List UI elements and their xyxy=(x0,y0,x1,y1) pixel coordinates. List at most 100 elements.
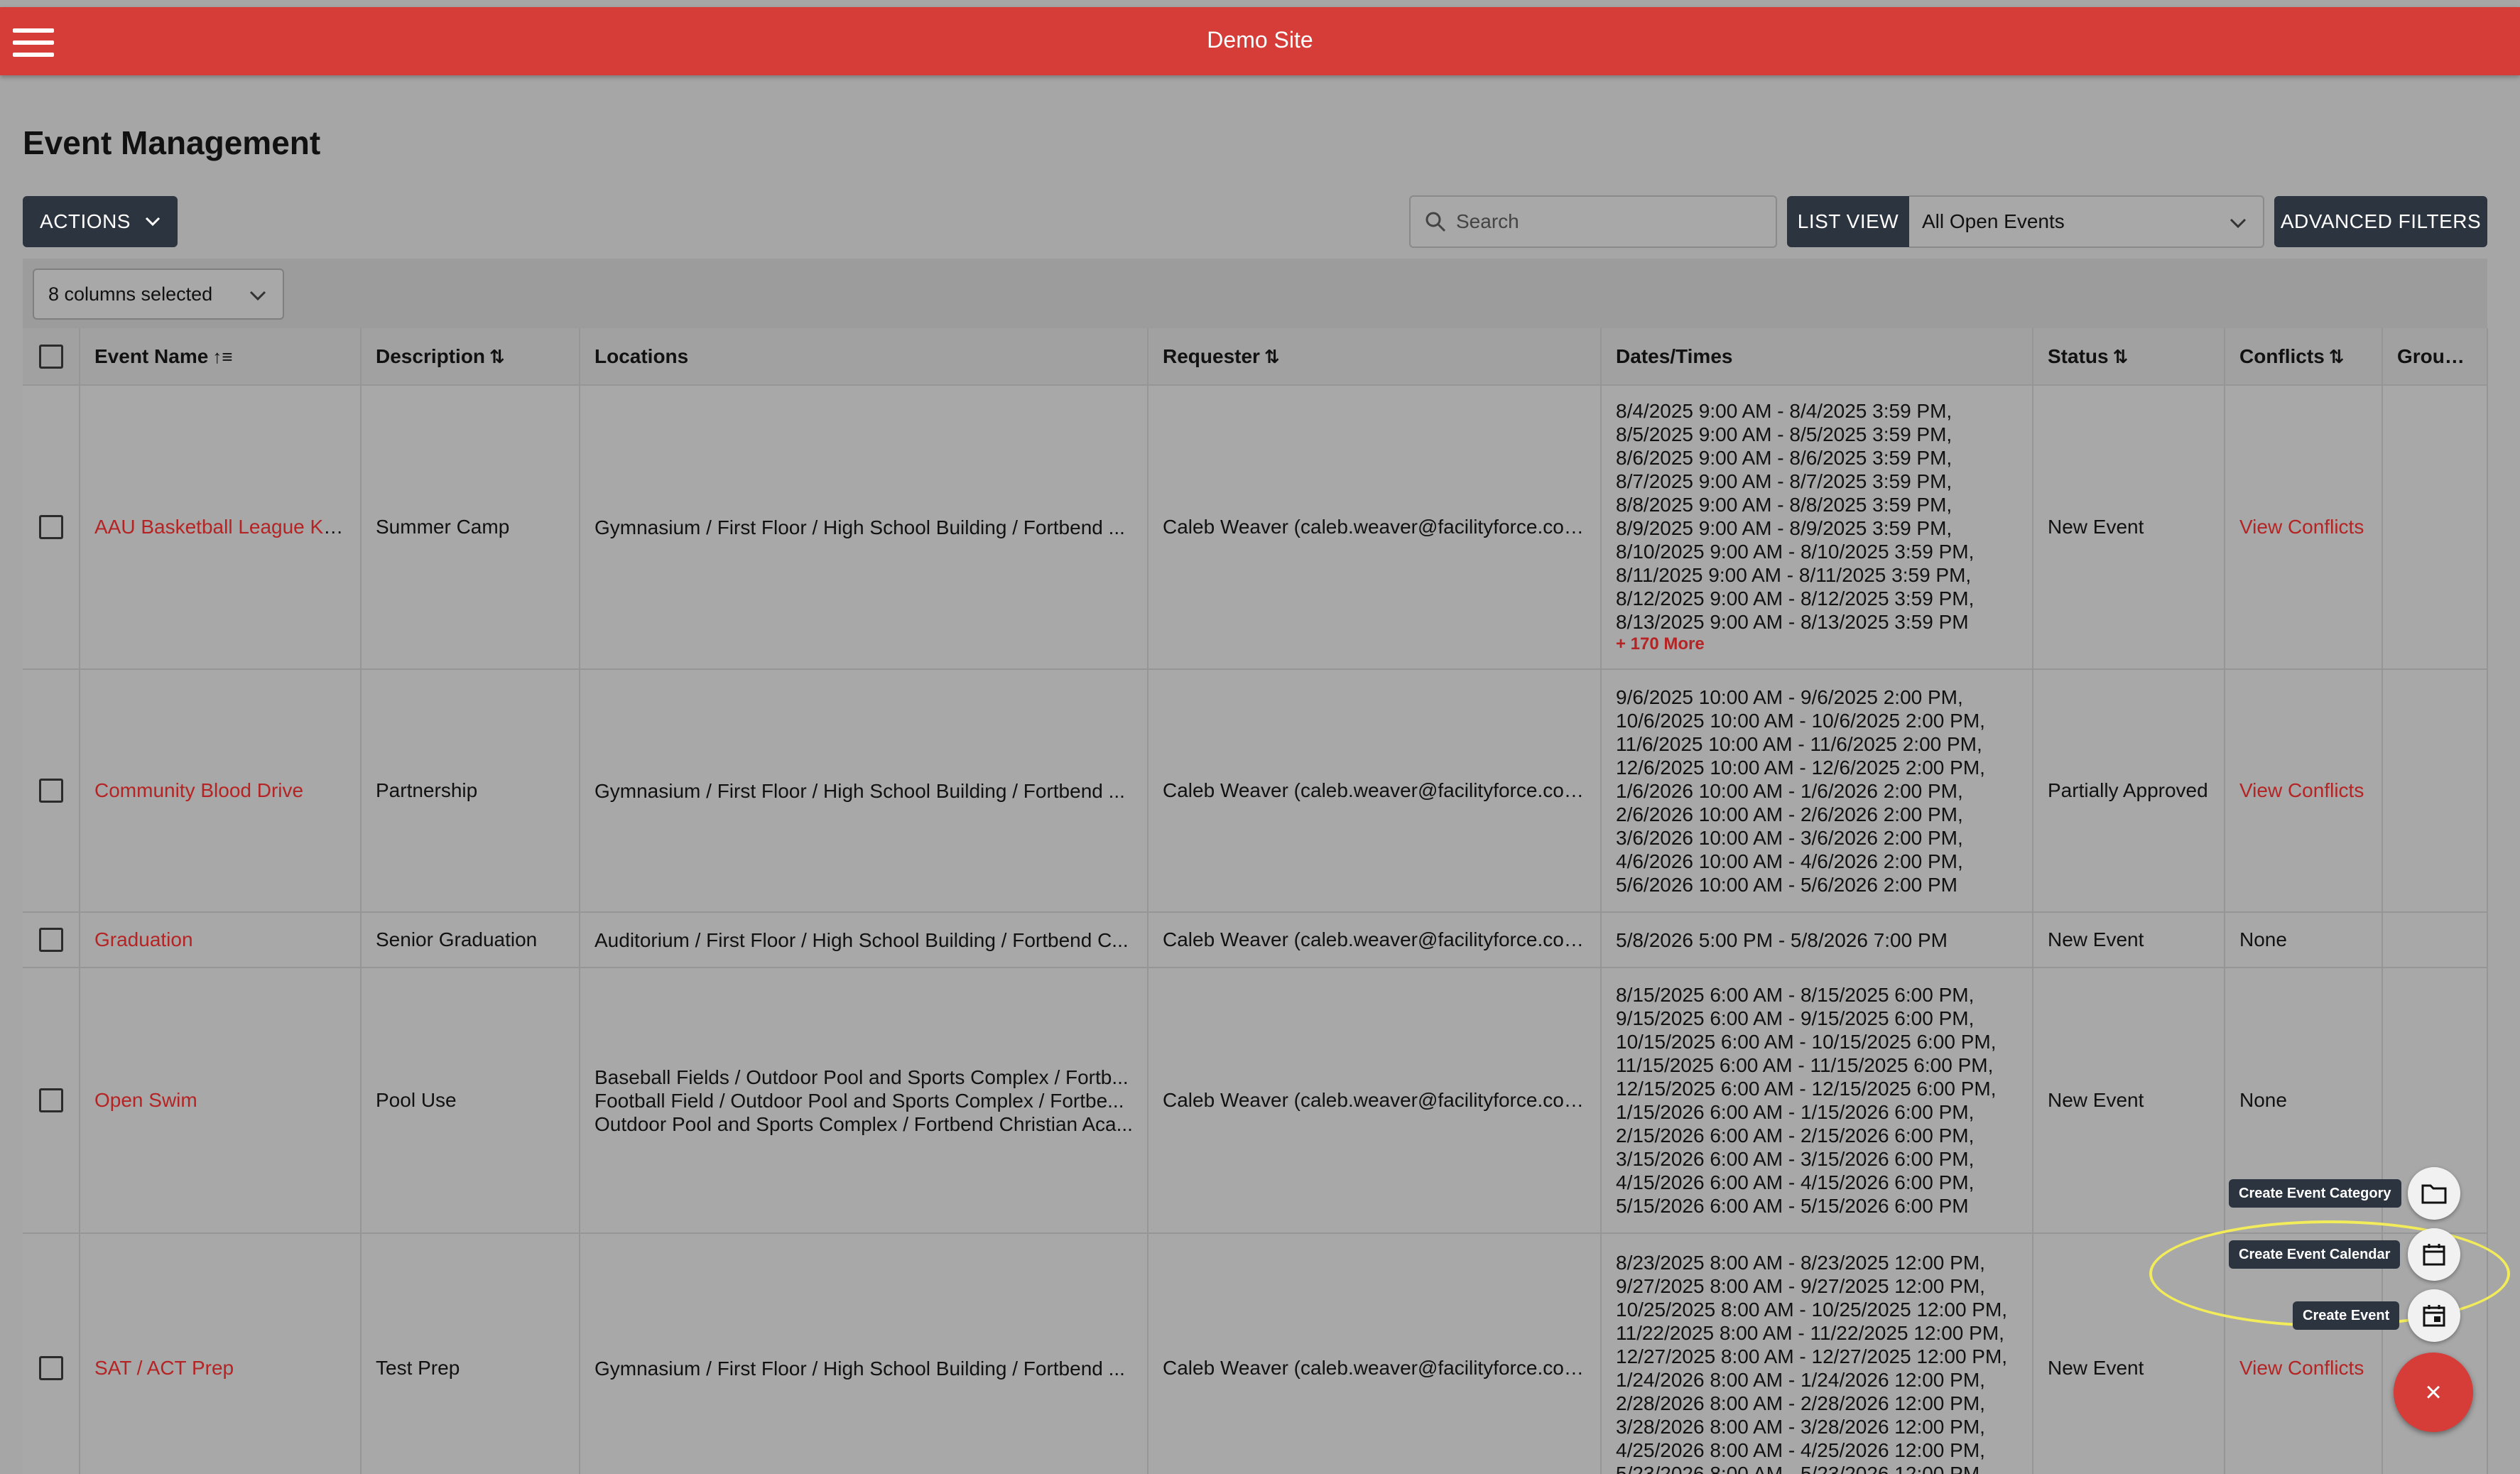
locations-cell: Gymnasium / First Floor / High School Bu… xyxy=(580,385,1148,670)
view-filter-value: All Open Events xyxy=(1922,210,2065,232)
close-icon: × xyxy=(2425,1376,2442,1408)
group-cell xyxy=(2382,669,2488,913)
view-filter-select[interactable]: All Open Events xyxy=(1909,195,2264,248)
advanced-filters-button[interactable]: ADVANCED FILTERS xyxy=(2274,196,2487,247)
select-all-checkbox[interactable] xyxy=(38,344,63,369)
sort-ascending-icon[interactable]: ↑≡ xyxy=(212,346,232,368)
close-fab-button[interactable]: × xyxy=(2394,1353,2473,1432)
location-line: Gymnasium / First Floor / High School Bu… xyxy=(594,779,1125,802)
search-icon xyxy=(1425,212,1446,232)
header-group[interactable]: Group ⇅ xyxy=(2382,328,2488,386)
date-range: 8/10/2025 9:00 AM - 8/10/2025 3:59 PM, xyxy=(1616,541,1975,563)
calendar-event-icon xyxy=(2423,1305,2445,1327)
list-view-button[interactable]: LIST VIEW xyxy=(1787,196,1909,247)
sort-icon[interactable]: ⇅ xyxy=(2113,346,2129,368)
date-range: 5/23/2026 8:00 AM - 5/23/2026 12:00 PM xyxy=(1616,1463,1980,1474)
create-event-calendar-button[interactable] xyxy=(2408,1228,2460,1281)
event-name-link[interactable]: SAT / ACT Prep xyxy=(94,1357,234,1379)
table-row: Community Blood Drive Partnership Gymnasiu… xyxy=(23,669,2488,913)
create-event-category-button[interactable] xyxy=(2408,1167,2460,1220)
date-range: 8/5/2025 9:00 AM - 8/5/2025 3:59 PM, xyxy=(1616,423,1953,445)
event-name-cell: Graduation xyxy=(80,912,362,968)
chevron-down-icon xyxy=(2229,211,2247,234)
table-row: SAT / ACT Prep Test Prep Gymnasium / First… xyxy=(23,1233,2488,1474)
date-range: 8/15/2025 6:00 AM - 8/15/2025 6:00 PM, xyxy=(1616,984,1975,1006)
location-line: Gymnasium / First Floor / High School Bu… xyxy=(594,516,1125,538)
sort-icon[interactable]: ⇅ xyxy=(489,346,505,368)
requester-cell: Caleb Weaver (caleb.weaver@facilityforce… xyxy=(1148,669,1602,913)
create-event-calendar-tooltip: Create Event Calendar xyxy=(2229,1240,2401,1269)
header-event-name[interactable]: Event Name ↑≡ xyxy=(80,328,362,386)
date-range: 11/6/2025 10:00 AM - 11/6/2025 2:00 PM, xyxy=(1616,732,1982,755)
requester-cell: Caleb Weaver (caleb.weaver@facilityforce… xyxy=(1148,968,1602,1234)
table-toolbar xyxy=(23,259,2487,328)
folder-icon xyxy=(2421,1184,2447,1204)
date-range: 3/28/2026 8:00 AM - 3/28/2026 12:00 PM, xyxy=(1616,1416,1985,1438)
date-range: 9/15/2025 6:00 AM - 9/15/2025 6:00 PM, xyxy=(1616,1007,1975,1029)
date-range: 2/15/2026 6:00 AM - 2/15/2026 6:00 PM, xyxy=(1616,1125,1975,1147)
row-checkbox[interactable] xyxy=(38,515,63,540)
view-conflicts-link[interactable]: View Conflicts xyxy=(2239,779,2364,801)
search-input[interactable] xyxy=(1456,210,1754,233)
header-status[interactable]: Status ⇅ xyxy=(2033,328,2225,386)
date-range: 3/15/2026 6:00 AM - 3/15/2026 6:00 PM, xyxy=(1616,1148,1975,1170)
row-select-cell xyxy=(23,912,80,968)
sort-icon[interactable]: ⇅ xyxy=(2329,346,2345,368)
conflicts-value: None xyxy=(2239,928,2287,950)
date-range: 5/15/2026 6:00 AM - 5/15/2026 6:00 PM xyxy=(1616,1195,1969,1217)
conflicts-cell: View Conflicts xyxy=(2225,669,2383,913)
view-conflicts-link[interactable]: View Conflicts xyxy=(2239,1357,2364,1379)
event-name-link[interactable]: Community Blood Drive xyxy=(94,779,303,801)
row-checkbox[interactable] xyxy=(38,1088,63,1113)
requester-cell: Caleb Weaver (caleb.weaver@facilityforce… xyxy=(1148,912,1602,968)
actions-label: ACTIONS xyxy=(40,210,131,232)
date-range: 3/6/2026 10:00 AM - 3/6/2026 2:00 PM, xyxy=(1616,826,1963,849)
columns-selected-value: 8 columns selected xyxy=(48,283,213,305)
date-range: 1/6/2026 10:00 AM - 1/6/2026 2:00 PM, xyxy=(1616,779,1963,802)
header-locations: Locations xyxy=(580,328,1148,386)
date-range: 8/11/2025 9:00 AM - 8/11/2025 3:59 PM, xyxy=(1616,564,1972,586)
header-requester[interactable]: Requester ⇅ xyxy=(1148,328,1602,386)
conflicts-value: None xyxy=(2239,1089,2287,1111)
row-select-cell xyxy=(23,968,80,1234)
locations-cell: Auditorium / First Floor / High School B… xyxy=(580,912,1148,968)
date-range: 8/13/2025 9:00 AM - 8/13/2025 3:59 PM xyxy=(1616,611,1969,633)
date-range: 2/6/2026 10:00 AM - 2/6/2026 2:00 PM, xyxy=(1616,803,1963,825)
group-cell xyxy=(2382,912,2488,968)
row-select-cell xyxy=(23,1233,80,1474)
create-event-category-tooltip: Create Event Category xyxy=(2229,1179,2401,1208)
columns-select[interactable]: 8 columns selected xyxy=(33,269,284,320)
search-box[interactable] xyxy=(1409,195,1777,248)
event-name-link[interactable]: AAU Basketball League K-12 xyxy=(94,516,352,538)
header-description[interactable]: Description ⇅ xyxy=(361,328,580,386)
row-checkbox[interactable] xyxy=(38,1356,63,1381)
sort-icon[interactable]: ⇅ xyxy=(1264,346,1280,368)
header-conflicts[interactable]: Conflicts ⇅ xyxy=(2225,328,2383,386)
row-checkbox[interactable] xyxy=(38,928,63,953)
date-range: 5/6/2026 10:00 AM - 5/6/2026 2:00 PM xyxy=(1616,873,1958,896)
advanced-filters-label: ADVANCED FILTERS xyxy=(2280,210,2482,232)
date-range: 5/8/2026 5:00 PM - 5/8/2026 7:00 PM xyxy=(1616,928,1948,951)
create-event-button[interactable] xyxy=(2408,1289,2460,1342)
site-title: Demo Site xyxy=(1207,27,1313,53)
list-view-label: LIST VIEW xyxy=(1797,210,1899,232)
status-cell: New Event xyxy=(2033,385,2225,670)
date-range: 8/9/2025 9:00 AM - 8/9/2025 3:59 PM, xyxy=(1616,517,1953,539)
event-name-link[interactable]: Open Swim xyxy=(94,1089,197,1111)
dates-cell: 8/15/2025 6:00 AM - 8/15/2025 6:00 PM, 9/… xyxy=(1601,968,2033,1234)
more-dates-link[interactable]: + 170 More xyxy=(1616,634,2018,655)
row-checkbox[interactable] xyxy=(38,779,63,803)
actions-button[interactable]: ACTIONS xyxy=(23,196,178,247)
locations-cell: Gymnasium / First Floor / High School Bu… xyxy=(580,1233,1148,1474)
conflicts-cell: View Conflicts xyxy=(2225,385,2383,670)
event-name-link[interactable]: Graduation xyxy=(94,928,193,950)
date-range: 11/15/2025 6:00 AM - 11/15/2025 6:00 PM, xyxy=(1616,1054,1994,1076)
date-range: 10/15/2025 6:00 AM - 10/15/2025 6:00 PM, xyxy=(1616,1031,1997,1053)
status-cell: New Event xyxy=(2033,968,2225,1234)
date-range: 12/27/2025 8:00 AM - 12/27/2025 12:00 PM… xyxy=(1616,1345,2008,1367)
date-range: 9/27/2025 8:00 AM - 9/27/2025 12:00 PM, xyxy=(1616,1275,1985,1297)
date-range: 10/6/2025 10:00 AM - 10/6/2025 2:00 PM, xyxy=(1616,709,1985,732)
event-name-cell: Open Swim xyxy=(80,968,362,1234)
view-conflicts-link[interactable]: View Conflicts xyxy=(2239,516,2364,538)
select-all-cell xyxy=(23,328,80,386)
